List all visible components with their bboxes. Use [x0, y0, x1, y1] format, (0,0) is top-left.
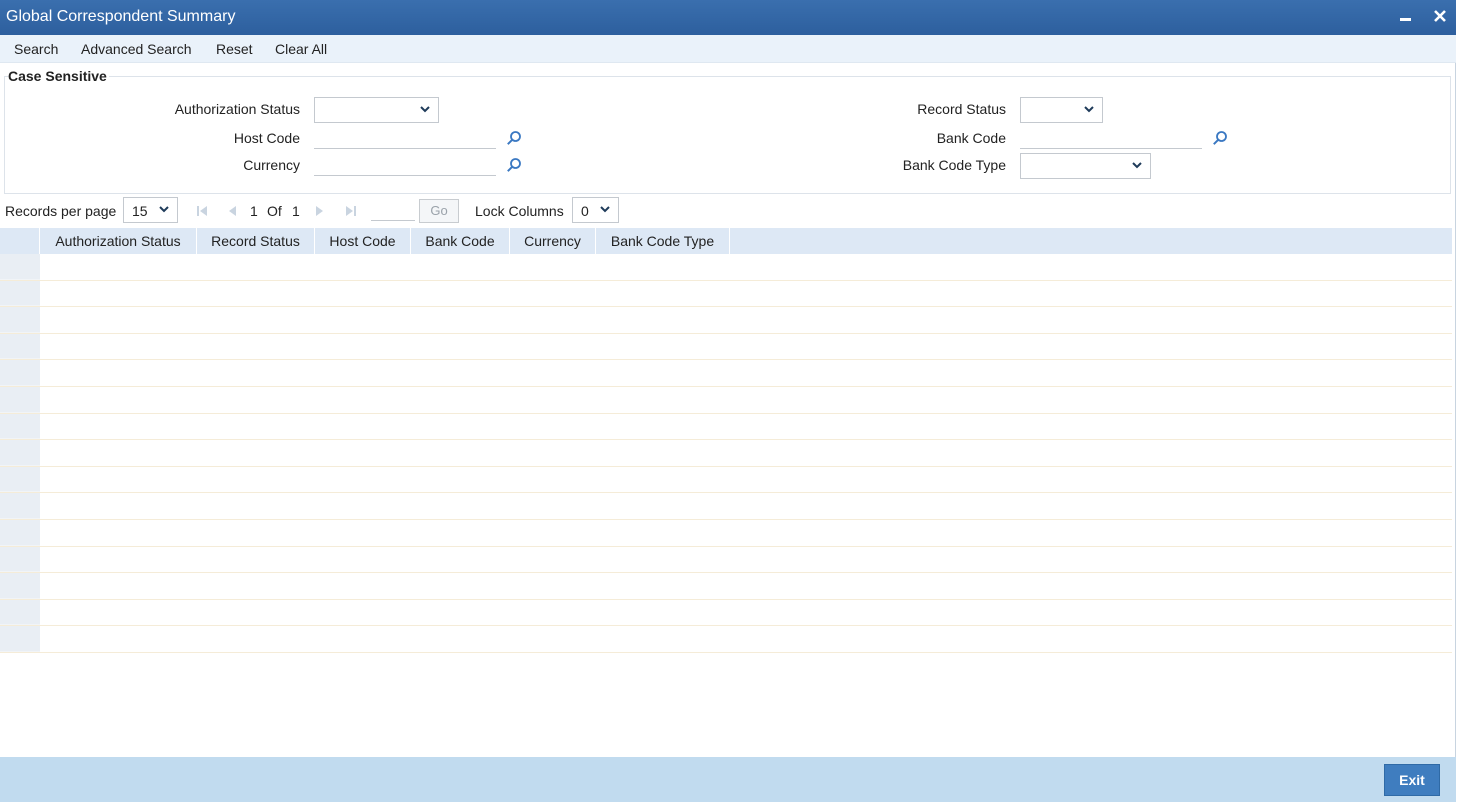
- row-select-cell[interactable]: [0, 360, 40, 386]
- row-select-cell[interactable]: [0, 413, 40, 440]
- row-select-cell[interactable]: [0, 546, 40, 573]
- case-sensitive-legend: Case Sensitive: [8, 68, 109, 84]
- table-row[interactable]: [0, 573, 1452, 600]
- row-select-cell[interactable]: [0, 599, 40, 626]
- row-select-cell[interactable]: [0, 307, 40, 333]
- currency-input[interactable]: [314, 152, 496, 176]
- table-row[interactable]: [0, 493, 1452, 520]
- chevron-down-icon: [1084, 106, 1094, 113]
- grid-body: [0, 254, 1452, 653]
- records-per-page-label: Records per page: [5, 203, 117, 219]
- table-row[interactable]: [0, 626, 1452, 653]
- exit-button[interactable]: Exit: [1384, 764, 1440, 796]
- row-select-cell[interactable]: [0, 466, 40, 493]
- next-page-icon[interactable]: [313, 204, 327, 218]
- search-button[interactable]: Search: [14, 41, 58, 57]
- go-button[interactable]: Go: [419, 199, 459, 223]
- current-page: 1: [250, 203, 258, 219]
- row-select-cell[interactable]: [0, 280, 40, 307]
- clear-all-button[interactable]: Clear All: [275, 41, 327, 57]
- lock-columns-select[interactable]: 0: [572, 197, 619, 223]
- select-all-cell[interactable]: [0, 228, 40, 254]
- table-row[interactable]: [0, 519, 1452, 547]
- previous-page-icon[interactable]: [225, 204, 239, 218]
- host-code-search-icon[interactable]: [506, 130, 522, 146]
- lock-columns-label: Lock Columns: [475, 203, 564, 219]
- minimize-icon[interactable]: [1394, 4, 1418, 30]
- of-label: Of: [267, 203, 282, 219]
- bank-code-label: Bank Code: [936, 130, 1006, 146]
- row-select-cell[interactable]: [0, 254, 40, 280]
- records-per-page-select[interactable]: 15: [123, 197, 178, 223]
- column-header[interactable]: Authorization Status: [40, 228, 197, 254]
- bank-code-input[interactable]: [1020, 125, 1202, 149]
- summary-window: Global Correspondent Summary Search Adva…: [0, 0, 1456, 802]
- table-row[interactable]: [0, 254, 1452, 281]
- column-header[interactable]: Currency: [510, 228, 596, 254]
- close-icon[interactable]: [1428, 4, 1452, 30]
- table-row[interactable]: [0, 386, 1452, 414]
- row-select-cell[interactable]: [0, 626, 40, 652]
- host-code-input[interactable]: [314, 125, 496, 149]
- record-status-select[interactable]: [1020, 97, 1103, 123]
- authorization-status-label: Authorization Status: [174, 101, 300, 117]
- chevron-down-icon: [1132, 162, 1142, 169]
- column-header[interactable]: Host Code: [315, 228, 411, 254]
- pager-bar: Records per page 15 1 Of 1 Lock Columns …: [0, 196, 1456, 226]
- table-row[interactable]: [0, 599, 1452, 627]
- currency-search-icon[interactable]: [506, 157, 522, 173]
- column-header[interactable]: Bank Code Type: [596, 228, 730, 254]
- footer-bar: [0, 757, 1456, 802]
- row-select-cell[interactable]: [0, 573, 40, 599]
- table-row[interactable]: [0, 333, 1452, 361]
- first-page-icon[interactable]: [195, 204, 209, 218]
- title-bar: Global Correspondent Summary: [0, 0, 1456, 35]
- bank-code-type-select[interactable]: [1020, 153, 1151, 179]
- bank-code-search-icon[interactable]: [1212, 130, 1228, 146]
- currency-label: Currency: [243, 157, 300, 173]
- row-select-cell[interactable]: [0, 440, 40, 466]
- chevron-down-icon: [600, 206, 610, 213]
- total-pages: 1: [292, 203, 300, 219]
- row-select-cell[interactable]: [0, 519, 40, 546]
- table-row[interactable]: [0, 307, 1452, 334]
- results-grid: Authorization Status Record Status Host …: [0, 228, 1452, 653]
- bank-code-type-label: Bank Code Type: [902, 157, 1006, 173]
- reset-button[interactable]: Reset: [216, 41, 253, 57]
- toolbar: Search Advanced Search Reset Clear All: [0, 35, 1456, 63]
- column-header[interactable]: Bank Code: [411, 228, 510, 254]
- host-code-label: Host Code: [233, 130, 300, 146]
- advanced-search-button[interactable]: Advanced Search: [81, 41, 192, 57]
- table-row[interactable]: [0, 440, 1452, 467]
- table-row[interactable]: [0, 546, 1452, 574]
- row-select-cell[interactable]: [0, 493, 40, 519]
- table-row[interactable]: [0, 280, 1452, 308]
- grid-header: Authorization Status Record Status Host …: [0, 228, 1452, 254]
- column-header[interactable]: Record Status: [197, 228, 315, 254]
- authorization-status-select[interactable]: [314, 97, 439, 123]
- row-select-cell[interactable]: [0, 333, 40, 360]
- record-status-label: Record Status: [917, 101, 1006, 117]
- table-row[interactable]: [0, 360, 1452, 387]
- chevron-down-icon: [420, 106, 430, 113]
- window-title: Global Correspondent Summary: [6, 8, 236, 25]
- row-select-cell[interactable]: [0, 386, 40, 413]
- chevron-down-icon: [159, 206, 169, 213]
- last-page-icon[interactable]: [344, 204, 358, 218]
- go-to-page-input[interactable]: [371, 201, 415, 221]
- table-row[interactable]: [0, 413, 1452, 441]
- table-row[interactable]: [0, 466, 1452, 494]
